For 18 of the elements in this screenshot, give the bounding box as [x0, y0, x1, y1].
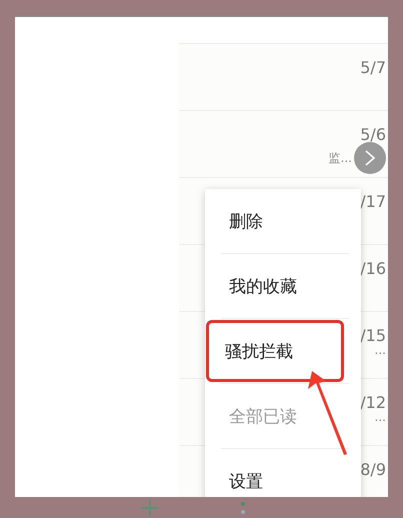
more-icon[interactable] [240, 500, 246, 516]
message-date: /12 [360, 393, 386, 412]
message-snippet: 监... [328, 150, 352, 166]
message-snippet: ... [374, 343, 386, 357]
message-date: /17 [360, 192, 386, 211]
menu-item[interactable]: 设置 [229, 470, 263, 492]
message-snippet: ... [374, 410, 386, 424]
message-date: /15 [360, 326, 386, 345]
message-date: 5/7 [360, 58, 386, 77]
menu-item[interactable]: 我的收藏 [229, 274, 297, 298]
plus-icon[interactable] [140, 500, 160, 516]
chevron-right-icon [363, 149, 377, 167]
menu-item[interactable]: 骚扰拦截 [225, 340, 293, 362]
message-date: 5/6 [360, 125, 386, 144]
menu-item[interactable]: 删除 [229, 210, 263, 232]
message-date: 8/9 [360, 460, 386, 479]
message-date: /16 [360, 259, 386, 278]
chevron-button[interactable] [354, 142, 386, 174]
